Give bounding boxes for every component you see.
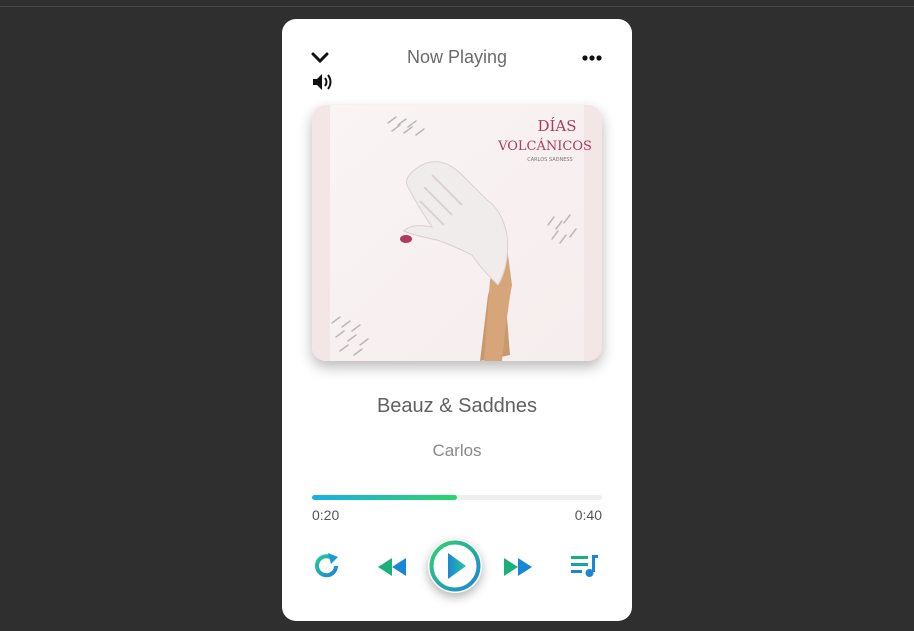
play-icon	[429, 540, 481, 592]
progress-fill	[312, 495, 457, 500]
rewind-icon[interactable]	[374, 552, 410, 582]
cover-artist: CARLOS SADNESS	[527, 157, 572, 163]
volume-icon[interactable]	[310, 71, 336, 93]
fast-forward-icon[interactable]	[500, 552, 536, 582]
window-top-border	[0, 6, 914, 7]
playlist-icon[interactable]	[568, 551, 602, 581]
cover-title-line1: DÍAS	[537, 117, 576, 135]
song-title: Beauz & Saddnes	[376, 395, 538, 417]
duration-time: 0:40	[574, 507, 602, 523]
progress-bar[interactable]	[312, 495, 602, 500]
cover-title-line2: VOLCÁNICOS	[497, 138, 592, 154]
more-horizontal-icon[interactable]	[580, 49, 604, 67]
artist-name: Carlos	[432, 441, 482, 460]
play-button[interactable]	[428, 539, 482, 593]
album-cover: DÍAS VOLCÁNICOS CARLOS SADNESS	[312, 105, 602, 361]
current-time: 0:20	[312, 507, 340, 523]
player-card: Now Playing DÍAS VOLCÁNICOS CARLOS SADNE…	[282, 19, 632, 621]
repeat-icon[interactable]	[310, 549, 344, 583]
